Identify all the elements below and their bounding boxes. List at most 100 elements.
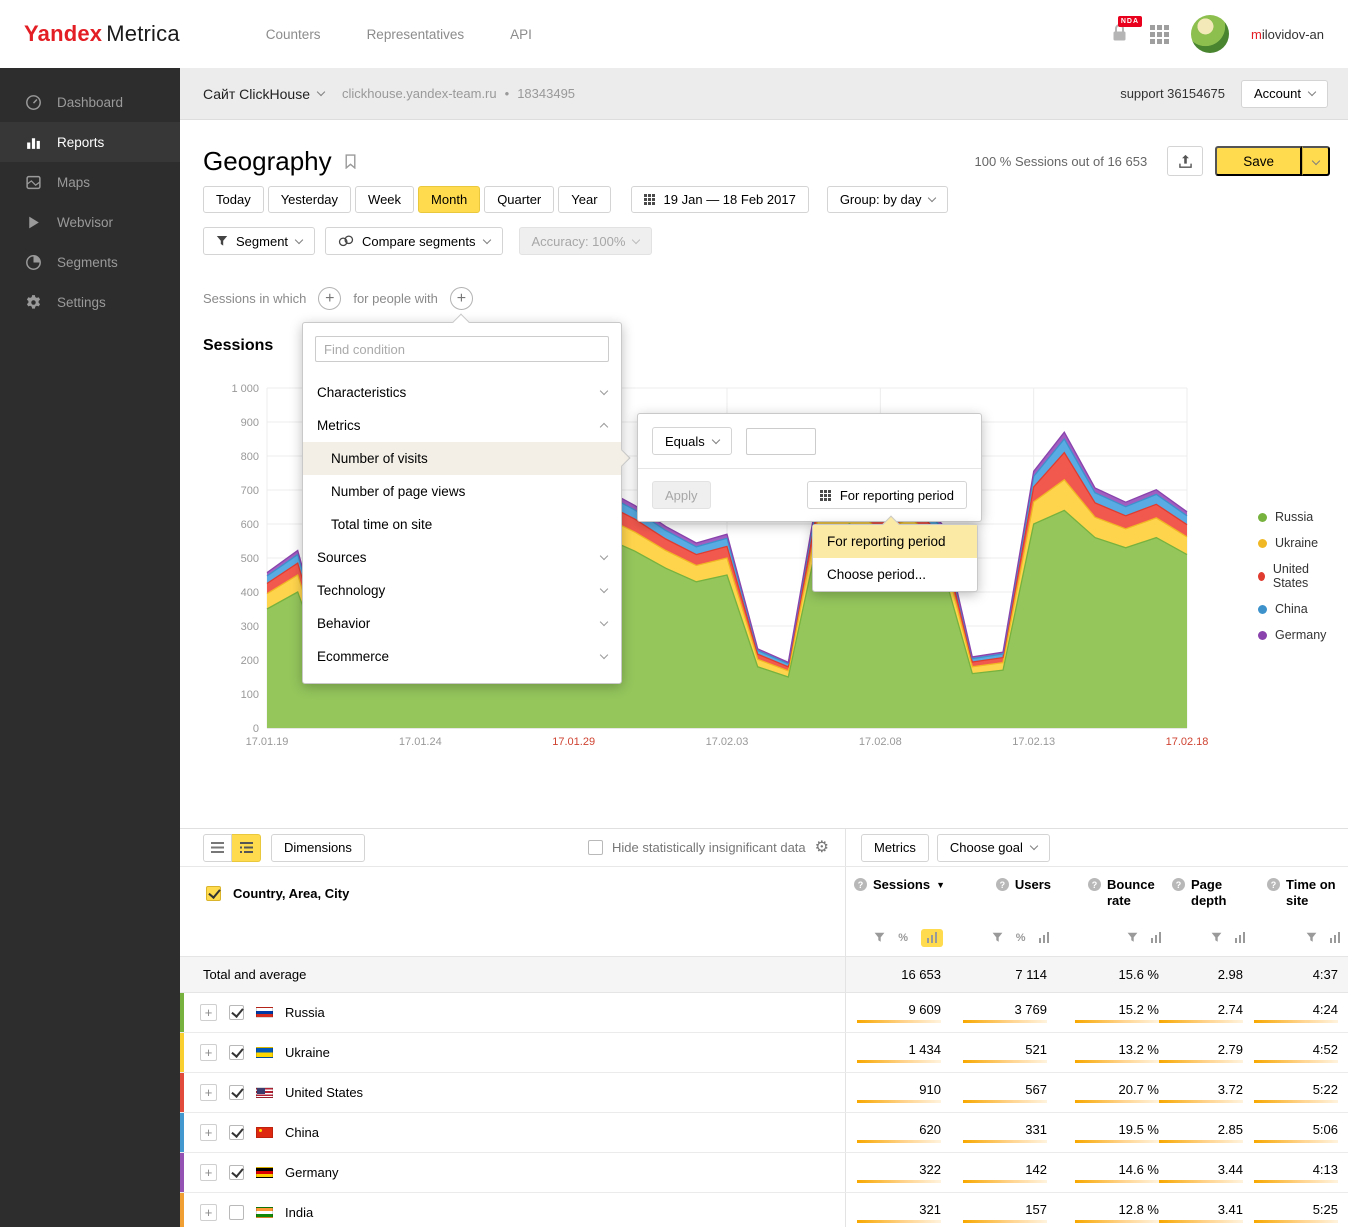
country-name[interactable]: Germany — [285, 1165, 338, 1180]
filter-funnel-icon[interactable] — [1127, 932, 1138, 943]
filter-percent-icon[interactable]: % — [898, 932, 908, 944]
select-all-checkbox[interactable] — [206, 886, 221, 901]
country-name[interactable]: Ukraine — [285, 1045, 330, 1060]
row-checkbox[interactable] — [229, 1165, 244, 1180]
condition-group-ecommerce[interactable]: Ecommerce — [303, 640, 621, 673]
nav-representatives[interactable]: Representatives — [367, 27, 465, 42]
condition-value-input[interactable] — [746, 428, 816, 455]
condition-group-technology[interactable]: Technology — [303, 574, 621, 607]
flat-list-view-button[interactable] — [203, 834, 232, 862]
column-header-bounce-rate[interactable]: ? Bounce rate — [1088, 877, 1163, 910]
nav-api[interactable]: API — [510, 27, 532, 42]
help-icon[interactable]: ? — [996, 878, 1009, 891]
period-yesterday-button[interactable]: Yesterday — [268, 186, 351, 213]
sidebar-item-dashboard[interactable]: Dashboard — [0, 82, 180, 122]
expand-row-button[interactable] — [200, 1164, 217, 1181]
filter-bars-icon[interactable] — [1039, 932, 1050, 943]
condition-group-metrics[interactable]: Metrics — [303, 409, 621, 442]
column-header-page-depth[interactable]: ? Page depth — [1172, 877, 1247, 910]
filter-funnel-icon[interactable] — [874, 932, 885, 943]
condition-group-behavior[interactable]: Behavior — [303, 607, 621, 640]
row-checkbox[interactable] — [229, 1125, 244, 1140]
apply-button[interactable]: Apply — [652, 481, 711, 509]
table-settings-gear-icon[interactable]: ⚙ — [815, 840, 829, 856]
save-button[interactable]: Save — [1215, 146, 1302, 176]
username[interactable]: milovidov-an — [1251, 27, 1324, 42]
date-range-button[interactable]: 19 Jan — 18 Feb 2017 — [631, 186, 809, 213]
legend-item[interactable]: Germany — [1258, 628, 1330, 642]
legend-item[interactable]: Ukraine — [1258, 536, 1330, 550]
filter-funnel-icon[interactable] — [1306, 932, 1317, 943]
dimensions-button[interactable]: Dimensions — [271, 834, 365, 862]
country-name[interactable]: United States — [285, 1085, 363, 1100]
sidebar-item-webvisor[interactable]: Webvisor — [0, 202, 180, 242]
segment-button[interactable]: Segment — [203, 227, 315, 255]
filter-bars-icon[interactable] — [927, 932, 938, 943]
help-icon[interactable]: ? — [1088, 878, 1101, 891]
expand-row-button[interactable] — [200, 1124, 217, 1141]
add-people-condition-button[interactable] — [450, 287, 473, 310]
filter-percent-icon[interactable]: % — [1016, 932, 1026, 944]
filter-funnel-icon[interactable] — [992, 932, 1003, 943]
condition-option[interactable]: Number of visits — [303, 442, 621, 475]
country-name[interactable]: India — [285, 1205, 313, 1220]
period-year-button[interactable]: Year — [558, 186, 610, 213]
expand-row-button[interactable] — [200, 1004, 217, 1021]
condition-group-sources[interactable]: Sources — [303, 541, 621, 574]
counter-selector[interactable]: Сайт ClickHouse — [203, 86, 324, 102]
row-checkbox[interactable] — [229, 1005, 244, 1020]
operator-select[interactable]: Equals — [652, 427, 732, 455]
tree-view-button[interactable] — [232, 834, 261, 862]
country-name[interactable]: Russia — [285, 1005, 325, 1020]
expand-row-button[interactable] — [200, 1204, 217, 1221]
filter-funnel-icon[interactable] — [1211, 932, 1222, 943]
export-button[interactable] — [1167, 146, 1203, 176]
country-name[interactable]: China — [285, 1125, 319, 1140]
period-menu-item[interactable]: Choose period... — [813, 558, 977, 591]
choose-goal-button[interactable]: Choose goal — [937, 834, 1050, 862]
period-today-button[interactable]: Today — [203, 186, 264, 213]
period-month-button[interactable]: Month — [418, 186, 480, 213]
row-checkbox[interactable] — [229, 1205, 244, 1220]
bookmark-icon[interactable] — [344, 154, 357, 169]
apps-grid-icon[interactable] — [1150, 25, 1169, 44]
sidebar-item-maps[interactable]: Maps — [0, 162, 180, 202]
column-header-time-on-site[interactable]: ? Time on site — [1267, 877, 1342, 910]
active-filter-chip[interactable] — [921, 929, 943, 947]
filter-bars-icon[interactable] — [1235, 932, 1246, 943]
yandex-metrica-logo[interactable]: YandexMetrica — [24, 21, 180, 47]
hide-insignificant-checkbox[interactable] — [588, 840, 603, 855]
legend-item[interactable]: China — [1258, 602, 1330, 616]
help-icon[interactable]: ? — [1267, 878, 1280, 891]
period-menu-item[interactable]: For reporting period — [813, 525, 977, 558]
condition-option[interactable]: Total time on site — [303, 508, 621, 541]
account-button[interactable]: Account — [1241, 80, 1328, 108]
period-week-button[interactable]: Week — [355, 186, 414, 213]
save-options-button[interactable] — [1302, 146, 1330, 176]
column-header-users[interactable]: ? Users — [996, 877, 1051, 893]
add-session-condition-button[interactable] — [318, 287, 341, 310]
filter-bars-icon[interactable] — [1151, 932, 1162, 943]
condition-group-characteristics[interactable]: Characteristics — [303, 376, 621, 409]
avatar[interactable] — [1191, 15, 1229, 53]
help-icon[interactable]: ? — [1172, 878, 1185, 891]
dimension-header-label[interactable]: Country, Area, City — [233, 886, 349, 901]
expand-row-button[interactable] — [200, 1084, 217, 1101]
sidebar-item-segments[interactable]: Segments — [0, 242, 180, 282]
filter-bars-icon[interactable] — [1330, 932, 1341, 943]
help-icon[interactable]: ? — [854, 878, 867, 891]
reporting-period-button[interactable]: For reporting period — [807, 481, 967, 509]
expand-row-button[interactable] — [200, 1044, 217, 1061]
metrics-button[interactable]: Metrics — [861, 834, 929, 862]
group-by-button[interactable]: Group: by day — [827, 186, 949, 213]
nav-counters[interactable]: Counters — [266, 27, 321, 42]
sidebar-item-reports[interactable]: Reports — [0, 122, 180, 162]
condition-option[interactable]: Number of page views — [303, 475, 621, 508]
legend-item[interactable]: United States — [1258, 562, 1330, 590]
column-header-sessions[interactable]: ? Sessions ▼ — [854, 877, 945, 893]
compare-segments-button[interactable]: Compare segments — [325, 227, 502, 255]
accuracy-button[interactable]: Accuracy: 100% — [519, 227, 653, 255]
row-checkbox[interactable] — [229, 1085, 244, 1100]
legend-item[interactable]: Russia — [1258, 510, 1330, 524]
sidebar-item-settings[interactable]: Settings — [0, 282, 180, 322]
